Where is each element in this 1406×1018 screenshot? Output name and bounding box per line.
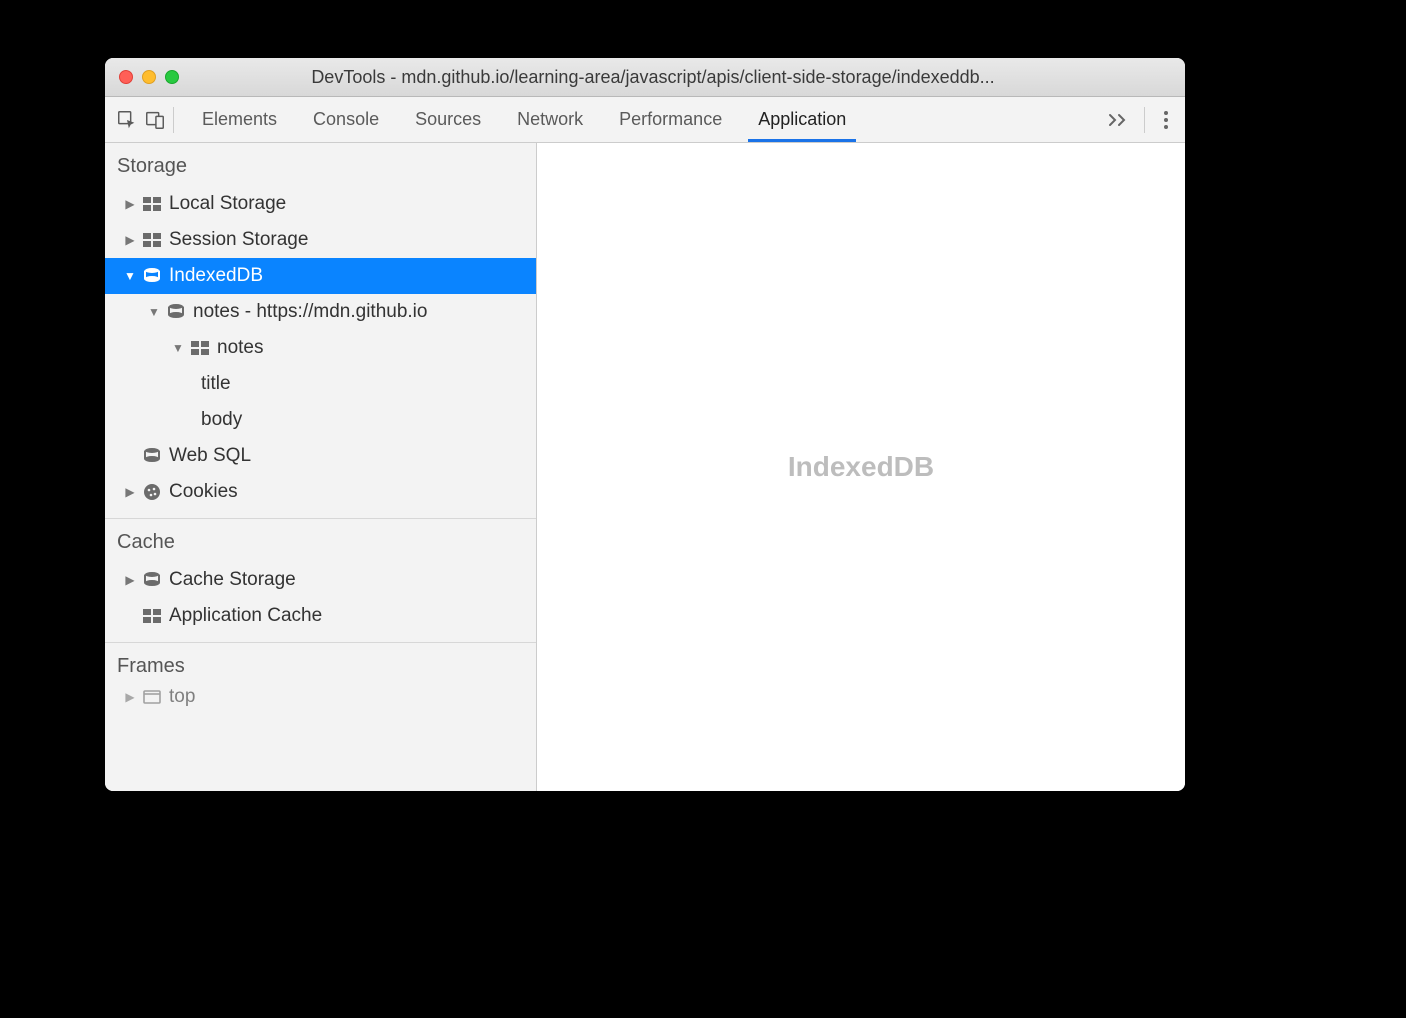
tree-item-label: IndexedDB [169, 265, 263, 287]
tree-item-label: Session Storage [169, 229, 308, 251]
sidebar-item-index-body[interactable]: body [105, 402, 536, 438]
database-icon [141, 447, 163, 465]
sidebar-item-cookies[interactable]: ▶ Cookies [105, 474, 536, 510]
tree-item-label: notes [217, 337, 263, 359]
sidebar-item-cache-storage[interactable]: ▶ Cache Storage [105, 562, 536, 598]
tree-item-label: Cookies [169, 481, 238, 503]
database-icon [141, 267, 163, 285]
collapse-arrow-icon: ▼ [171, 341, 185, 355]
more-options-icon[interactable] [1155, 110, 1177, 130]
content-area: Storage ▶ Local Storage ▶ Session Storag… [105, 143, 1185, 791]
panel-tabs: Elements Console Sources Network Perform… [184, 97, 1096, 142]
table-icon [141, 197, 163, 211]
sidebar-item-index-title[interactable]: title [105, 366, 536, 402]
table-icon [141, 233, 163, 247]
tree-item-label: top [169, 686, 195, 708]
sidebar-item-application-cache[interactable]: Application Cache [105, 598, 536, 634]
close-window-button[interactable] [119, 70, 133, 84]
application-sidebar: Storage ▶ Local Storage ▶ Session Storag… [105, 143, 537, 791]
table-icon [141, 609, 163, 623]
sidebar-item-indexeddb-database[interactable]: ▼ notes - https://mdn.github.io [105, 294, 536, 330]
tab-application[interactable]: Application [740, 97, 864, 142]
expand-arrow-icon: ▶ [123, 690, 137, 704]
sidebar-item-indexeddb[interactable]: ▼ IndexedDB [105, 258, 536, 294]
expand-arrow-icon: ▶ [123, 197, 137, 211]
tab-network[interactable]: Network [499, 97, 601, 142]
expand-arrow-icon: ▶ [123, 485, 137, 499]
collapse-arrow-icon: ▼ [123, 269, 137, 283]
toolbar-separator [1144, 107, 1145, 133]
tab-console[interactable]: Console [295, 97, 397, 142]
tree-item-label: Local Storage [169, 193, 286, 215]
zoom-window-button[interactable] [165, 70, 179, 84]
expand-arrow-icon: ▶ [123, 573, 137, 587]
cookie-icon [141, 483, 163, 501]
section-header-cache: Cache [105, 519, 536, 562]
frame-icon [141, 690, 163, 704]
sidebar-item-local-storage[interactable]: ▶ Local Storage [105, 186, 536, 222]
tree-item-label: Web SQL [169, 445, 251, 467]
toolbar-separator [173, 107, 174, 133]
window-title: DevTools - mdn.github.io/learning-area/j… [195, 67, 1171, 88]
devtools-toolbar: Elements Console Sources Network Perform… [105, 97, 1185, 143]
tree-item-label: Application Cache [169, 605, 322, 627]
sidebar-item-indexeddb-store[interactable]: ▼ notes [105, 330, 536, 366]
sidebar-item-web-sql[interactable]: Web SQL [105, 438, 536, 474]
traffic-lights [119, 70, 179, 84]
collapse-arrow-icon: ▼ [147, 305, 161, 319]
devtools-window: DevTools - mdn.github.io/learning-area/j… [105, 58, 1185, 791]
main-content-pane: IndexedDB [537, 143, 1185, 791]
tree-item-label: Cache Storage [169, 569, 296, 591]
tree-item-label: body [201, 409, 242, 431]
database-icon [165, 303, 187, 321]
minimize-window-button[interactable] [142, 70, 156, 84]
table-icon [189, 341, 211, 355]
main-placeholder-text: IndexedDB [788, 451, 934, 483]
sidebar-item-frame-top[interactable]: ▶ top [105, 686, 536, 708]
section-header-frames: Frames [105, 643, 536, 686]
sidebar-item-session-storage[interactable]: ▶ Session Storage [105, 222, 536, 258]
device-toolbar-icon[interactable] [141, 106, 169, 134]
tree-item-label: title [201, 373, 231, 395]
section-header-storage: Storage [105, 143, 536, 186]
tab-elements[interactable]: Elements [184, 97, 295, 142]
tab-sources[interactable]: Sources [397, 97, 499, 142]
database-icon [141, 571, 163, 589]
titlebar: DevTools - mdn.github.io/learning-area/j… [105, 58, 1185, 97]
tab-performance[interactable]: Performance [601, 97, 740, 142]
expand-arrow-icon: ▶ [123, 233, 137, 247]
tree-item-label: notes - https://mdn.github.io [193, 301, 427, 323]
inspect-element-icon[interactable] [113, 106, 141, 134]
tabs-overflow-icon[interactable] [1096, 113, 1140, 127]
